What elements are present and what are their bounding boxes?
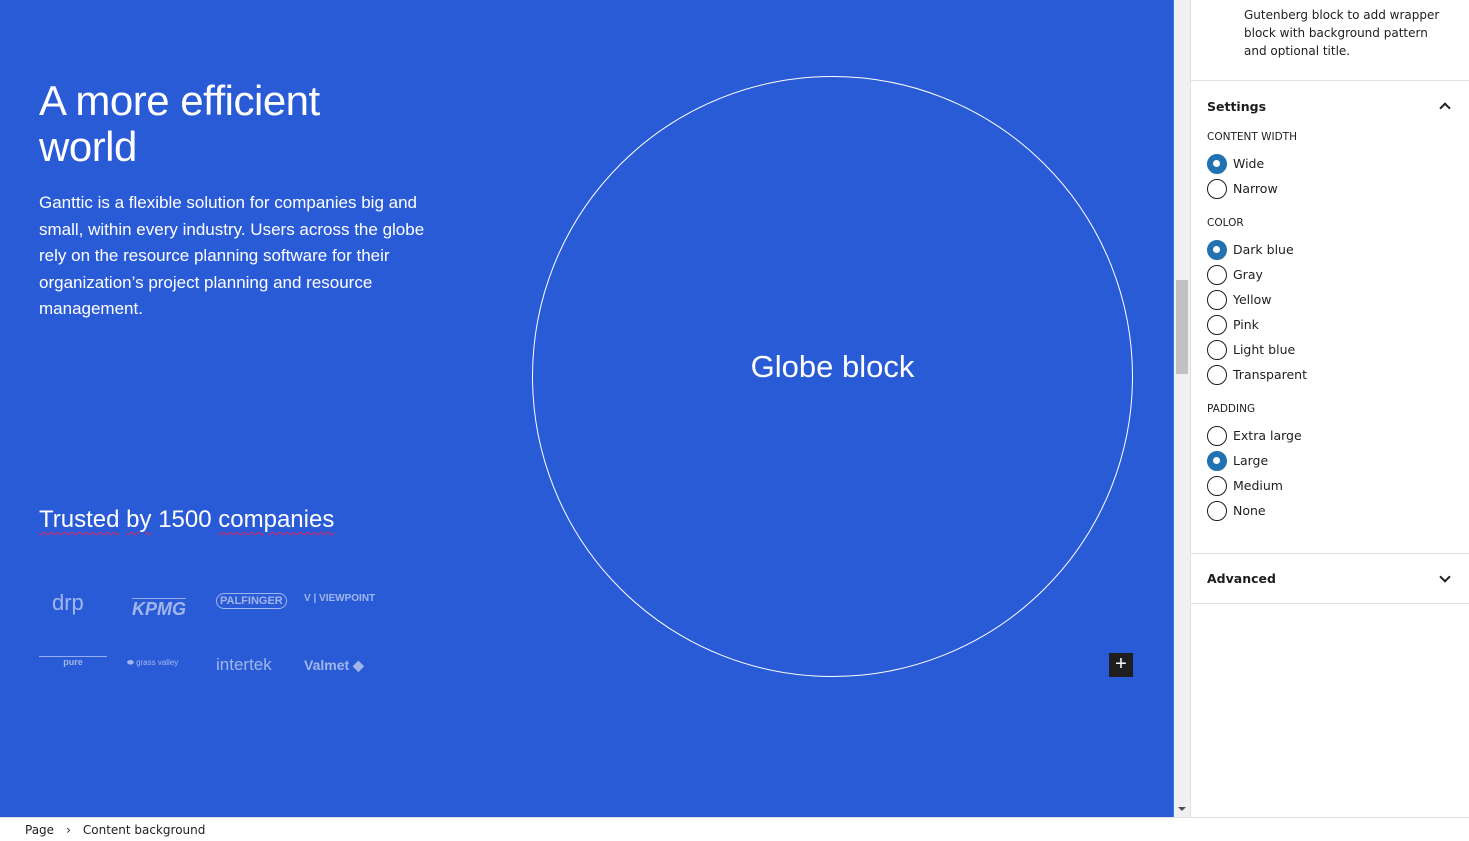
chevron-up-icon — [1439, 102, 1451, 114]
grass-valley-mark-icon: ⬬ — [127, 658, 137, 667]
radio-option-medium[interactable]: Medium — [1207, 473, 1453, 498]
radio-option-light-blue[interactable]: Light blue — [1207, 337, 1453, 362]
logo-valmet: Valmet ◆ — [304, 657, 364, 673]
viewpoint-mark-icon: V | — [304, 593, 320, 604]
radio-label: Extra large — [1233, 428, 1302, 443]
advanced-panel-title: Advanced — [1207, 571, 1276, 586]
radio-label: Medium — [1233, 478, 1283, 493]
radio-option-yellow[interactable]: Yellow — [1207, 287, 1453, 312]
radio-label: Light blue — [1233, 342, 1296, 357]
radio-label: Dark blue — [1233, 242, 1294, 257]
hero-paragraph[interactable]: Ganttic is a flexible solution for compa… — [39, 190, 449, 323]
logo-intertek: intertek — [216, 655, 272, 674]
block-description: Gutenberg block to add wrapper block wit… — [1191, 0, 1469, 81]
radio-option-none[interactable]: None — [1207, 498, 1453, 523]
add-block-button[interactable]: + — [1109, 653, 1133, 677]
radio-button[interactable] — [1207, 500, 1227, 521]
logo-palfinger: PALFINGER — [216, 593, 287, 609]
radio-group-padding: Padding Extra large Large Medium None — [1191, 403, 1469, 523]
block-settings-sidebar: Gutenberg block to add wrapper block wit… — [1190, 0, 1469, 817]
globe-block-label: Globe block — [750, 349, 915, 384]
radio-label: Narrow — [1233, 181, 1278, 196]
trusted-word: Trusted — [39, 506, 120, 533]
settings-panel: Settings Content width Wide Narrow Color Dar… — [1191, 81, 1469, 554]
radio-button[interactable] — [1207, 289, 1227, 310]
radio-button[interactable] — [1207, 314, 1227, 335]
radio-group-color: Color Dark blue Gray Yellow Pink Light blue Tr… — [1191, 217, 1469, 387]
breadcrumb-item-content-background[interactable]: Content background — [83, 823, 206, 837]
radio-group-content-width: Content width Wide Narrow — [1191, 131, 1469, 201]
radio-group-label: Color — [1207, 217, 1244, 229]
radio-button[interactable] — [1207, 239, 1227, 260]
count-word: 1500 — [158, 506, 212, 533]
valmet-diamond-icon: ◆ — [349, 657, 364, 673]
logo-pure: pure — [39, 656, 107, 667]
radio-button[interactable] — [1207, 178, 1227, 199]
editor-canvas[interactable]: A more efficient world Ganttic is a flex… — [0, 0, 1173, 817]
radio-button[interactable] — [1207, 475, 1227, 496]
settings-panel-title: Settings — [1207, 98, 1267, 114]
radio-option-transparent[interactable]: Transparent — [1207, 362, 1453, 387]
radio-option-gray[interactable]: Gray — [1207, 262, 1453, 287]
radio-button[interactable] — [1207, 450, 1227, 471]
radio-button[interactable] — [1207, 339, 1227, 360]
radio-label: Gray — [1233, 267, 1263, 282]
radio-option-dark-blue[interactable]: Dark blue — [1207, 237, 1453, 262]
logo-grass-valley: ⬬ grass valley — [127, 658, 179, 667]
radio-option-pink[interactable]: Pink — [1207, 312, 1453, 337]
radio-option-large[interactable]: Large — [1207, 448, 1453, 473]
radio-option-narrow[interactable]: Narrow — [1207, 176, 1453, 201]
logo-kpmg: KPMG — [132, 598, 186, 619]
radio-button[interactable] — [1207, 364, 1227, 385]
trusted-heading[interactable]: Trusted by 1500 companies — [39, 506, 334, 534]
settings-panel-toggle[interactable]: Settings — [1191, 81, 1469, 131]
scrollbar-thumb[interactable] — [1176, 280, 1188, 374]
radio-option-wide[interactable]: Wide — [1207, 151, 1453, 176]
radio-button[interactable] — [1207, 264, 1227, 285]
radio-option-extra-large[interactable]: Extra large — [1207, 423, 1453, 448]
breadcrumb: Page › Content background — [0, 817, 1469, 841]
logo-drp: drp — [52, 590, 84, 615]
globe-block[interactable]: Globe block — [532, 76, 1133, 677]
scroll-down-arrow-icon[interactable] — [1178, 807, 1186, 811]
logo-viewpoint: V | VIEWPOINT — [304, 593, 376, 604]
canvas-scrollbar[interactable] — [1173, 0, 1190, 817]
radio-label: Yellow — [1233, 292, 1272, 307]
advanced-panel-toggle[interactable]: Advanced — [1191, 554, 1469, 604]
radio-label: Wide — [1233, 156, 1265, 171]
companies-word: companies — [218, 506, 335, 533]
by-word: by — [126, 506, 152, 533]
radio-button[interactable] — [1207, 153, 1227, 174]
radio-button[interactable] — [1207, 425, 1227, 446]
radio-group-label: Padding — [1207, 403, 1256, 415]
chevron-down-icon — [1439, 570, 1451, 583]
radio-label: None — [1233, 503, 1266, 518]
radio-label: Large — [1233, 453, 1269, 468]
radio-label: Pink — [1233, 317, 1259, 332]
hero-heading[interactable]: A more efficient world — [39, 78, 419, 170]
breadcrumb-item-page[interactable]: Page — [25, 823, 54, 837]
radio-label: Transparent — [1233, 367, 1308, 382]
radio-group-label: Content width — [1207, 131, 1297, 143]
breadcrumb-separator-icon: › — [66, 822, 71, 837]
